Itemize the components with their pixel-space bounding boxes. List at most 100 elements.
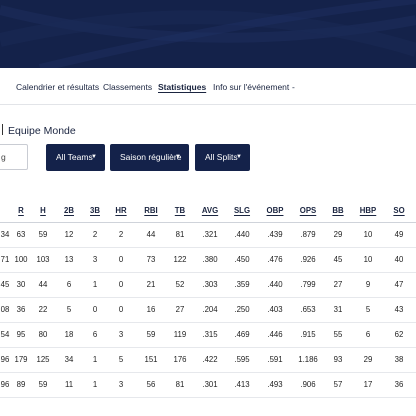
table-cell: .303	[202, 280, 218, 289]
table-cell: 93	[333, 355, 343, 364]
table-cell: 81	[175, 230, 185, 239]
table-cell: 30	[16, 280, 26, 289]
column-header[interactable]: RBI	[144, 206, 157, 215]
column-header[interactable]: R	[18, 206, 24, 215]
row-divider	[0, 322, 416, 323]
table-cell: 0	[118, 305, 124, 314]
column-header[interactable]: OPS	[300, 206, 316, 215]
table-cell: 10	[363, 230, 373, 239]
row-divider	[0, 397, 416, 398]
chevron-down-icon: ▼	[91, 154, 97, 160]
table-cell: .204	[202, 305, 218, 314]
table-cell: 08	[0, 305, 10, 314]
teams-dropdown-label: All Teams	[56, 152, 93, 162]
table-cell: 3	[118, 330, 124, 339]
team-name: Equipe Monde	[8, 125, 76, 137]
column-header[interactable]: BB	[332, 206, 343, 215]
table-cell: 179	[14, 355, 28, 364]
table-cell: 34	[64, 355, 74, 364]
page-title: Equipe Monde	[0, 124, 76, 137]
table-cell: .250	[234, 305, 250, 314]
table-cell: .799	[300, 280, 316, 289]
table-cell: 43	[394, 305, 404, 314]
table-cell: 29	[363, 355, 373, 364]
nav-event-info[interactable]: Info sur l'événement	[213, 82, 289, 92]
table-cell: 5	[66, 305, 72, 314]
table-cell: 59	[146, 330, 156, 339]
chevron-down-icon: ▼	[175, 154, 181, 160]
table-cell: 17	[363, 380, 373, 389]
column-header[interactable]: HR	[115, 206, 126, 215]
splits-dropdown[interactable]: All Splits ▼	[195, 144, 250, 171]
table-cell: .653	[300, 305, 316, 314]
table-cell: 1	[92, 280, 98, 289]
row-divider	[0, 297, 416, 298]
banner-pattern	[0, 0, 416, 68]
table-cell: 2	[118, 230, 124, 239]
table-cell: 21	[146, 280, 156, 289]
column-header[interactable]: SLG	[234, 206, 250, 215]
table-cell: 16	[146, 305, 156, 314]
row-divider	[0, 247, 416, 248]
column-header[interactable]: H	[40, 206, 46, 215]
table-cell: 0	[92, 305, 98, 314]
table-cell: .469	[234, 330, 250, 339]
nav-calendar-results[interactable]: Calendrier et résultats	[16, 82, 99, 92]
table-cell: 3	[92, 255, 98, 264]
table-cell: 119	[173, 330, 187, 339]
table-cell: 122	[173, 255, 187, 264]
table-cell: 9	[365, 280, 371, 289]
table-cell: .439	[267, 230, 283, 239]
table-cell: 12	[64, 230, 74, 239]
nav-more[interactable]: -	[292, 82, 295, 92]
table-cell: 56	[146, 380, 156, 389]
column-header[interactable]: 3B	[90, 206, 100, 215]
row-divider	[0, 372, 416, 373]
table-cell: .321	[202, 230, 218, 239]
table-cell: 81	[175, 380, 185, 389]
section-nav: Calendrier et résultats Classements Stat…	[0, 68, 416, 105]
table-cell: 27	[333, 280, 343, 289]
table-cell: .926	[300, 255, 316, 264]
table-cell: 10	[363, 255, 373, 264]
table-cell: 0	[118, 255, 124, 264]
table-cell: 54	[0, 330, 10, 339]
table-cell: 44	[146, 230, 156, 239]
table-cell: .915	[300, 330, 316, 339]
column-header[interactable]: HBP	[360, 206, 376, 215]
nav-standings[interactable]: Classements	[103, 82, 152, 92]
table-cell: 6	[66, 280, 72, 289]
table-cell: .403	[267, 305, 283, 314]
row-divider	[0, 347, 416, 348]
table-cell: 6	[365, 330, 371, 339]
table-cell: 0	[118, 280, 124, 289]
table-cell: .446	[267, 330, 283, 339]
table-cell: 2	[92, 230, 98, 239]
table-cell: .906	[300, 380, 316, 389]
column-header[interactable]: SO	[393, 206, 404, 215]
splits-dropdown-label: All Splits	[205, 152, 238, 162]
teams-dropdown[interactable]: All Teams ▼	[46, 144, 105, 171]
table-cell: 151	[144, 355, 158, 364]
table-cell: 47	[394, 280, 404, 289]
column-header[interactable]: 2B	[64, 206, 74, 215]
table-cell: .440	[234, 230, 250, 239]
table-cell: 11	[64, 380, 74, 389]
table-cell: 18	[64, 330, 74, 339]
table-cell: 103	[36, 255, 50, 264]
table-cell: .476	[267, 255, 283, 264]
table-cell: 36	[16, 305, 26, 314]
column-header[interactable]: TB	[175, 206, 185, 215]
table-cell: 1	[92, 380, 98, 389]
table-cell: 55	[333, 330, 343, 339]
table-cell: .591	[267, 355, 283, 364]
search-input[interactable]: g	[0, 144, 28, 170]
table-cell: 1	[92, 355, 98, 364]
nav-statistics[interactable]: Statistiques	[158, 82, 206, 92]
table-cell: 96	[0, 355, 10, 364]
table-cell: 95	[16, 330, 26, 339]
column-header[interactable]: OBP	[267, 206, 284, 215]
season-dropdown[interactable]: Saison régulière ▼	[110, 144, 189, 171]
column-header[interactable]: AVG	[202, 206, 218, 215]
header-divider	[0, 222, 416, 223]
